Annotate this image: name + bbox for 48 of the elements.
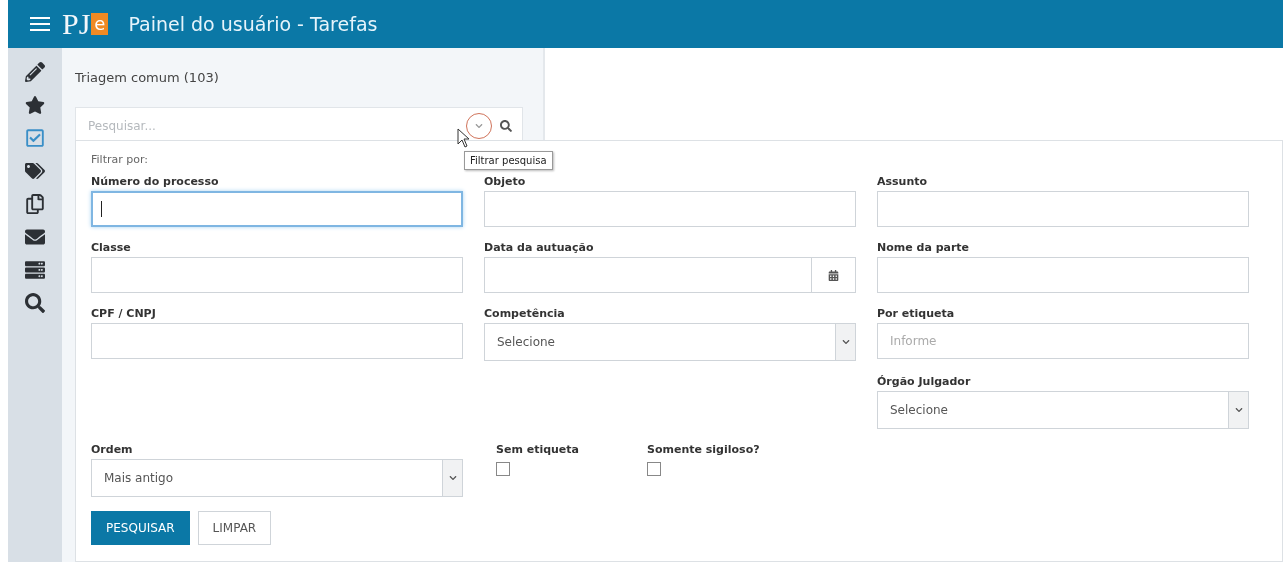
field-label: Objeto [484, 175, 527, 188]
field-label: Classe [91, 241, 132, 254]
panel-title: Triagem comum (103) [75, 70, 220, 85]
clear-button[interactable]: LIMPAR [197, 511, 272, 545]
checkbox[interactable] [647, 462, 661, 476]
field-label: CPF / CNPJ [91, 307, 157, 320]
menu-icon[interactable] [30, 16, 50, 32]
checkbox-icon[interactable] [25, 128, 45, 148]
text-field[interactable] [877, 191, 1249, 227]
filter-toggle-button[interactable] [466, 113, 492, 139]
caret-icon [1228, 392, 1248, 428]
search-button[interactable]: PESQUISAR [91, 511, 190, 545]
field-label: Órgão Julgador [877, 375, 972, 388]
checkbox[interactable] [496, 462, 510, 476]
tags-icon[interactable] [25, 161, 45, 181]
page-title: Painel do usuário - Tarefas [128, 13, 378, 35]
filter-heading: Filtrar por: [91, 153, 148, 166]
field-label: Competência [484, 307, 566, 320]
search-icon[interactable] [500, 120, 512, 132]
caret-icon [475, 122, 483, 130]
select-field[interactable]: Mais antigo [91, 459, 463, 497]
text-field[interactable] [484, 191, 856, 227]
text-field[interactable] [877, 257, 1249, 293]
text-field[interactable]: Informe [877, 323, 1249, 359]
field-label: Por etiqueta [877, 307, 956, 320]
logo: PJ e [62, 9, 109, 39]
text-field[interactable] [91, 257, 463, 293]
star-icon[interactable] [25, 95, 45, 115]
field-label: Nome da parte [877, 241, 971, 254]
text-cursor [101, 201, 102, 217]
field-label: Data da autuação [484, 241, 595, 254]
select-field[interactable]: Selecione [877, 391, 1249, 429]
copy-icon[interactable] [25, 194, 45, 214]
envelope-icon[interactable] [25, 227, 45, 247]
checkbox-label: Somente sigiloso? [647, 443, 760, 456]
checkbox-label: Sem etiqueta [496, 443, 579, 456]
caret-icon [835, 324, 855, 360]
search-icon[interactable] [25, 293, 45, 313]
tooltip: Filtrar pesquisa [464, 151, 553, 170]
list-icon[interactable] [25, 260, 45, 280]
pencil-icon[interactable] [25, 62, 45, 82]
text-field[interactable] [91, 191, 463, 227]
field-label: Assunto [877, 175, 929, 188]
text-field[interactable] [91, 323, 463, 359]
select-field[interactable]: Selecione [484, 323, 856, 361]
field-label: Ordem [91, 443, 134, 456]
caret-icon [442, 460, 462, 496]
field-label: Número do processo [91, 175, 220, 188]
